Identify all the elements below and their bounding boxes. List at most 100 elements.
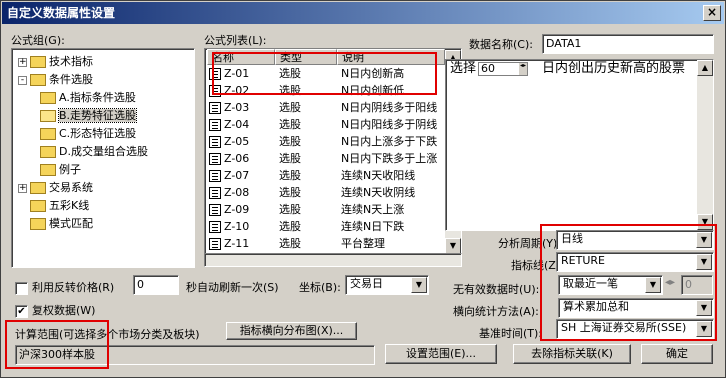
table-row[interactable]: Z-04 选股 N日内阳线多于阴线 xyxy=(207,117,443,133)
tree-item[interactable]: A.指标条件选股 xyxy=(40,89,136,106)
chevron-down-icon[interactable]: ▼ xyxy=(696,300,712,316)
formula-list[interactable]: 名称 类型 说明 Z-01 选股 N日内创新高 Z-02 选股 N日内创新低 Z-03 选股 N… xyxy=(204,48,462,255)
distribution-chart-button[interactable]: 指标横向分布图(X)... xyxy=(226,322,357,340)
chevron-down-icon[interactable]: ▼ xyxy=(696,254,712,270)
invalid-data-value: 取最近一笔 xyxy=(563,277,618,290)
data-name-input[interactable]: DATA1 xyxy=(542,34,714,54)
table-row[interactable]: Z-07 选股 连续N天收阳线 xyxy=(207,168,443,184)
data-name-label: 数据名称(C): xyxy=(469,38,533,51)
chevron-down-icon[interactable]: ▼ xyxy=(411,277,427,293)
cell-desc: N日内创新低 xyxy=(341,84,405,97)
param-scroll-up-icon[interactable]: ▲ xyxy=(697,60,713,76)
cell-type: 选股 xyxy=(279,169,301,182)
tree-item[interactable]: 模式匹配 xyxy=(18,215,93,232)
cell-type: 选股 xyxy=(279,220,301,233)
formula-icon xyxy=(209,119,221,131)
param-input[interactable]: 60 ◂▸ xyxy=(478,62,528,76)
adj-data-check[interactable]: ✔ xyxy=(15,304,28,318)
param-scrollbar[interactable]: ▲ ▼ xyxy=(697,60,713,230)
cell-type: 选股 xyxy=(279,152,301,165)
chevron-down-icon[interactable]: ▼ xyxy=(696,321,712,337)
spin-icon[interactable]: ◂▸ xyxy=(519,63,527,75)
period-value: 日线 xyxy=(561,232,583,245)
set-range-button[interactable]: 设置范围(E)... xyxy=(385,344,497,364)
tree-item[interactable]: 例子 xyxy=(40,161,81,178)
formula-list-hscrollbar[interactable] xyxy=(204,253,462,267)
table-row[interactable]: Z-11 选股 平台整理 xyxy=(207,236,443,252)
formula-icon xyxy=(209,204,221,216)
chevron-down-icon[interactable]: ▼ xyxy=(645,277,661,293)
tree-item[interactable]: + 技术指标 xyxy=(18,53,93,70)
column-header-desc[interactable]: 说明 xyxy=(337,49,445,65)
column-header-type[interactable]: 类型 xyxy=(275,49,337,65)
stat-method-select[interactable]: 算术累加总和 ▼ xyxy=(558,298,714,318)
table-row[interactable]: Z-09 选股 连续N天上涨 xyxy=(207,202,443,218)
invalid-data-number[interactable]: 0 xyxy=(681,275,713,295)
folder-icon xyxy=(40,110,56,122)
calc-range-label: 计算范围(可选择多个市场分类及板块) xyxy=(15,328,200,341)
formula-icon xyxy=(209,187,221,199)
coord-select[interactable]: 交易日 ▼ xyxy=(345,275,429,295)
tree-item[interactable]: 五彩K线 xyxy=(18,197,89,214)
chevron-down-icon[interactable]: ▼ xyxy=(696,232,712,248)
param-value: 60 xyxy=(481,62,495,75)
title-bar: 自定义数据属性设置 × xyxy=(2,2,724,24)
formula-icon xyxy=(209,68,221,80)
reverse-price-check[interactable] xyxy=(15,281,28,295)
coord-label: 坐标(B): xyxy=(299,281,341,294)
calc-range-input[interactable]: 沪深300样本股 xyxy=(15,345,375,365)
table-row[interactable]: Z-08 选股 连续N天收阴线 xyxy=(207,185,443,201)
ok-button[interactable]: 确定 xyxy=(641,344,713,364)
indicator-select[interactable]: RETURE ▼ xyxy=(556,252,714,272)
formula-icon xyxy=(209,102,221,114)
formula-list-rows: Z-01 选股 N日内创新高 Z-02 选股 N日内创新低 Z-03 选股 N日内阴线多于阳线 Z… xyxy=(207,66,445,254)
tree-item-label: A.指标条件选股 xyxy=(59,91,136,104)
tree-item-label: 技术指标 xyxy=(49,55,93,68)
stat-method-label: 横向统计方法(A): xyxy=(453,305,539,318)
remove-link-button[interactable]: 去除指标关联(K) xyxy=(513,344,631,364)
tree-item[interactable]: C.形态特征选股 xyxy=(40,125,136,142)
formula-group-label: 公式组(G): xyxy=(11,34,65,47)
close-button[interactable]: × xyxy=(703,5,721,21)
formula-icon xyxy=(209,85,221,97)
period-label: 分析周期(Y): xyxy=(498,237,562,250)
period-select[interactable]: 日线 ▼ xyxy=(556,230,714,250)
cell-desc: 连续N天上涨 xyxy=(341,203,405,216)
table-row[interactable]: Z-06 选股 N日内下跌多于上涨 xyxy=(207,151,443,167)
expand-icon[interactable]: + xyxy=(18,183,27,193)
folder-icon xyxy=(30,182,46,194)
cell-type: 选股 xyxy=(279,203,301,216)
formula-group-tree[interactable]: + 技术指标 - 条件选股 A.指标条件选股 B.走势特征选股 C.形态特征选股 D.成交量组… xyxy=(11,48,195,268)
tree-item[interactable]: D.成交量组合选股 xyxy=(40,143,148,160)
scroll-down-icon[interactable]: ▼ xyxy=(445,238,461,254)
collapse-icon[interactable]: - xyxy=(18,75,27,85)
tree-item[interactable]: - 条件选股 xyxy=(18,71,93,88)
folder-icon xyxy=(40,92,56,104)
reverse-price-checkbox[interactable]: 利用反转价格(R) xyxy=(15,279,114,295)
invalid-data-label: 无有效数据时(U): xyxy=(453,283,540,296)
table-row[interactable]: Z-05 选股 N日内上涨多于下跌 xyxy=(207,134,443,150)
column-header-name[interactable]: 名称 xyxy=(207,49,275,65)
param-scroll-down-icon[interactable]: ▼ xyxy=(697,214,713,230)
refresh-input[interactable]: 0 xyxy=(133,275,179,295)
tree-item[interactable]: B.走势特征选股 xyxy=(40,107,138,124)
param-text-prefix: 选择 xyxy=(450,61,477,76)
formula-icon xyxy=(209,238,221,250)
table-row[interactable]: Z-03 选股 N日内阴线多于阳线 xyxy=(207,100,443,116)
reverse-price-label: 利用反转价格(R) xyxy=(32,281,115,294)
table-row[interactable]: Z-02 选股 N日内创新低 xyxy=(207,83,443,99)
tree-item[interactable]: + 交易系统 xyxy=(18,179,93,196)
table-row[interactable]: Z-01 选股 N日内创新高 xyxy=(207,66,443,82)
expand-icon[interactable]: + xyxy=(18,57,27,67)
adj-data-checkbox[interactable]: ✔ 复权数据(W) xyxy=(15,302,95,318)
invalid-data-select[interactable]: 取最近一笔 ▼ xyxy=(558,275,663,295)
refresh-label: 秒自动刷新一次(S) xyxy=(186,281,279,294)
base-time-select[interactable]: SH 上海证券交易所(SSE) ▼ xyxy=(556,319,714,339)
cell-type: 选股 xyxy=(279,67,301,80)
table-row[interactable]: Z-10 选股 连续N日下跌 xyxy=(207,219,443,235)
base-time-value: SH 上海证券交易所(SSE) xyxy=(561,321,687,334)
cell-name: Z-01 xyxy=(224,67,250,80)
param-panel: 选择 60 ◂▸ 日内创出历史新高的股票 ▲ ▼ xyxy=(445,59,714,231)
coord-value: 交易日 xyxy=(350,277,383,290)
spin-icon[interactable]: ◂▸ xyxy=(665,277,675,288)
